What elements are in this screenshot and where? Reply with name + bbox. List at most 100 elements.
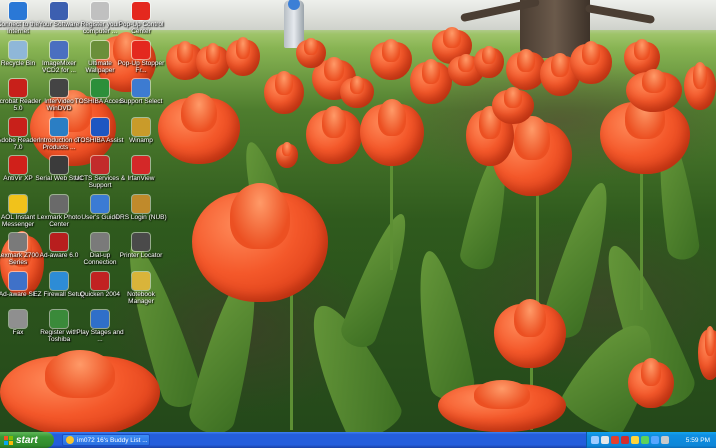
tulip-flower <box>360 99 424 166</box>
register-icon <box>91 2 109 20</box>
desktop-icon-label: IrfanView <box>127 175 155 182</box>
tulip-flower <box>474 45 504 78</box>
support-icon <box>132 79 150 97</box>
quicken-icon <box>91 271 109 290</box>
tulip-flower <box>494 298 566 368</box>
play-icon <box>91 310 109 328</box>
desktop-icon-services[interactable]: UCTS Services & Support <box>75 156 125 189</box>
taskbar: start im072 16's Buddy List ... 5:59 PM <box>0 432 716 448</box>
adaware-se-icon <box>9 271 27 290</box>
tulip-flower <box>410 58 452 104</box>
tulip-flower <box>196 43 230 80</box>
recycle-bin-icon <box>9 40 27 59</box>
tulip-flower <box>684 62 716 110</box>
desktop-icon-dialup[interactable]: Dial-up Connection <box>78 233 122 266</box>
dialup-icon <box>91 233 109 251</box>
desktop-icon-stopper[interactable]: Pop-Up Stopper Fr... <box>118 40 164 74</box>
desktop-icon-label: Printer Locator <box>119 252 163 259</box>
tulip-stem <box>640 170 643 310</box>
desktop-icon-label: Play Stages and ... <box>76 329 124 343</box>
desktop-icon-printer-locator[interactable]: Printer Locator <box>119 233 163 259</box>
printer-locator-icon <box>132 233 150 251</box>
adobe-reader-icon <box>9 117 27 136</box>
guide-icon <box>91 194 109 213</box>
start-label: start <box>16 434 38 446</box>
desktop-icon-label: Notebook Manager <box>127 290 155 305</box>
desktop-icon-winamp[interactable]: Winamp <box>119 117 163 144</box>
antivirus-icon[interactable] <box>621 436 629 444</box>
notebook-icon <box>132 271 150 290</box>
tulip-flower <box>492 87 534 124</box>
antivir-icon <box>9 156 27 174</box>
fax-icon <box>9 310 27 328</box>
start-button[interactable]: start <box>0 432 54 448</box>
desktop-icons: Connect to the Internet Your Software Regi… <box>0 0 170 432</box>
desktop-icon-lexmark[interactable]: Lexmark Photo Center <box>37 194 81 228</box>
desktop-icon-support[interactable]: Support Select <box>119 79 163 105</box>
toshiba-assist-icon <box>91 117 109 136</box>
tulip-stem <box>290 290 293 430</box>
drs-icon <box>132 194 150 213</box>
imagemixer-icon <box>50 40 68 59</box>
tulip-flower <box>570 40 612 84</box>
desktop-icon-drs[interactable]: DRS Login (NUB) <box>115 194 167 221</box>
wallpaper-icon <box>91 40 109 59</box>
printer-icon <box>9 233 27 251</box>
irfanview-icon <box>132 156 150 174</box>
acrobat-icon <box>9 79 27 97</box>
toshiba-access-icon <box>91 79 109 97</box>
register-toshiba-icon <box>50 310 68 328</box>
desktop-icon-label: DRS Login (NUB) <box>115 213 167 221</box>
tulip-flower <box>370 38 412 80</box>
tulip-flower <box>192 183 328 302</box>
desktop-icon-notebook[interactable]: Notebook Manager <box>119 271 163 305</box>
aim-icon <box>9 194 27 213</box>
desktop-icon-irfanview[interactable]: IrfanView <box>119 156 163 182</box>
media-icon <box>50 2 68 20</box>
tulip-leaf <box>337 208 419 352</box>
winamp-icon <box>132 117 150 136</box>
stopper-icon <box>132 40 150 59</box>
battery-icon[interactable] <box>641 436 649 444</box>
shield-icon[interactable] <box>611 436 619 444</box>
display-icon[interactable] <box>661 436 669 444</box>
popup-icon <box>132 2 150 20</box>
adaware-icon <box>50 233 68 251</box>
desktop-icon-printer[interactable]: Lexmark Z700 Series <box>0 233 40 266</box>
tulip-flower <box>276 142 298 168</box>
aim-icon <box>66 436 74 444</box>
tulip-flower <box>158 92 240 164</box>
tulip-stem <box>390 160 393 270</box>
windows-logo-icon <box>4 435 13 445</box>
tulip-flower <box>226 37 260 76</box>
firewall-icon <box>50 271 68 290</box>
desktop-icon-label: Pop-Up Control Center <box>118 21 164 35</box>
desktop-icon-windvd[interactable]: InterVideo WinDVD <box>37 79 81 112</box>
services-icon <box>91 156 109 174</box>
lexmark-icon <box>50 194 68 213</box>
taskbar-button-buddy-list[interactable]: im072 16's Buddy List ... <box>62 434 150 446</box>
desktop-icon-label: Winamp <box>129 136 153 144</box>
tulip-flower <box>698 326 716 380</box>
desktop-icon-play[interactable]: Play Stages and ... <box>76 310 124 343</box>
intro-icon <box>50 117 68 136</box>
taskbar-button-label: im072 16's Buddy List ... <box>77 436 148 444</box>
desktop-icon-intro[interactable]: Introduction of Products ... <box>37 117 81 151</box>
system-tray: 5:59 PM <box>586 432 716 448</box>
desktop-icon-globe[interactable]: Connect to the Internet <box>0 2 40 35</box>
msn-icon[interactable] <box>651 436 659 444</box>
update-icon[interactable] <box>631 436 639 444</box>
desktop-icon-label: Support Select <box>119 98 163 105</box>
network-icon[interactable] <box>591 436 599 444</box>
clock[interactable]: 5:59 PM <box>686 437 710 444</box>
tulip-flower <box>306 105 362 164</box>
desktop-icon-popup[interactable]: Pop-Up Control Center <box>119 2 163 35</box>
tulip-flower <box>438 380 566 432</box>
volume-icon[interactable] <box>601 436 609 444</box>
globe-icon <box>9 2 27 20</box>
tulip-flower <box>340 75 374 108</box>
web-icon <box>50 156 68 174</box>
desktop-icon-label: Pop-Up Stopper Fr... <box>117 59 165 74</box>
tulip-flower <box>264 70 304 114</box>
windvd-icon <box>50 79 68 97</box>
